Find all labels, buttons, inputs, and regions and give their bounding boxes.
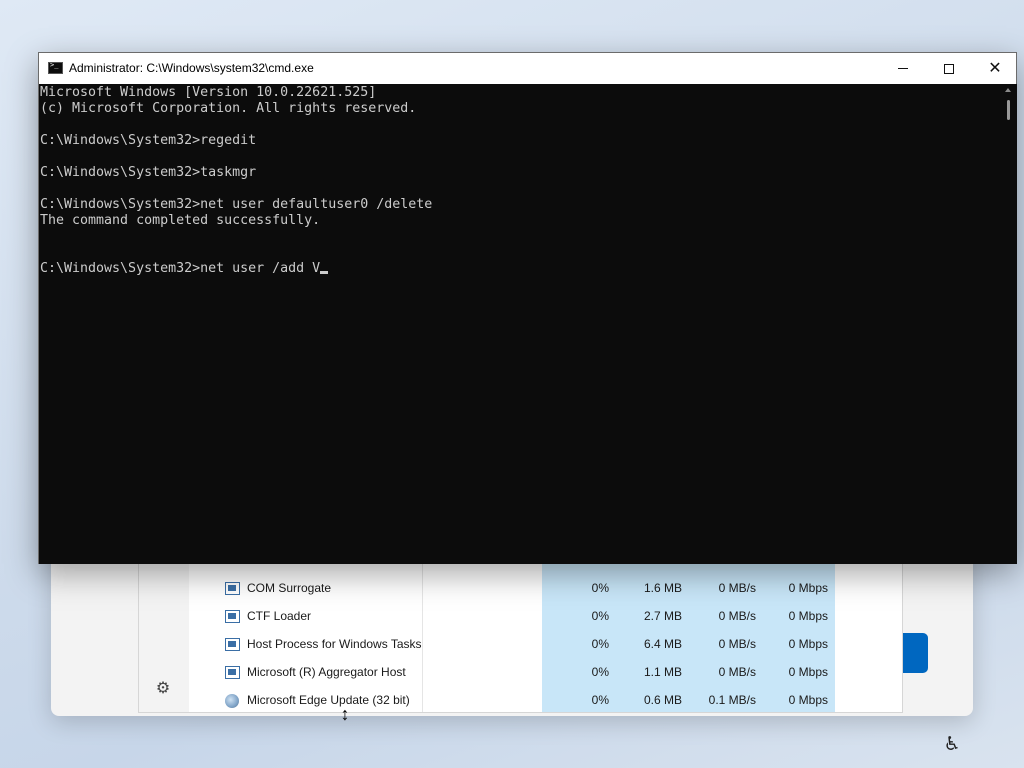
cpu-value: 0% [591,665,609,679]
network-value: 0 Mbps [788,609,828,623]
cpu-value: 0% [591,693,609,707]
vertical-scrollbar[interactable] [1000,84,1017,564]
process-name: Microsoft (R) Aggregator Host [247,665,406,679]
scroll-up-arrow-icon[interactable] [1005,88,1011,92]
memory-value: 2.7 MB [643,609,682,623]
accessibility-icon[interactable]: ♿ [941,734,963,756]
process-row[interactable]: Microsoft Edge Update (32 bit) 0% 0.6 MB 0.… [139,687,902,712]
process-icon [225,666,240,679]
process-name: CTF Loader [247,609,312,623]
process-row[interactable]: Host Process for Windows Tasks 0% 6.4 MB 0 … [139,631,902,659]
network-value: 0 Mbps [788,581,828,595]
task-manager-window: ⚙ COM Surrogate 0% 1.6 MB 0 MB/s 0 Mbps CTF L… [138,547,903,713]
console-line: C:\Windows\System32>regedit [40,133,257,148]
disk-value: 0 MB/s [718,581,756,595]
process-name: COM Surrogate [247,581,332,595]
resize-cursor-icon: ↕ [340,704,350,724]
process-icon [225,610,240,623]
process-row[interactable]: Microsoft (R) Aggregator Host 0% 1.1 MB 0 M… [139,659,902,687]
cpu-value: 0% [591,581,609,595]
console-line: C:\Windows\System32>net user defaultuser… [40,197,433,212]
process-name: Host Process for Windows Tasks [247,637,422,651]
title-bar[interactable]: Administrator: C:\Windows\system32\cmd.e… [39,53,1016,84]
console-line: C:\Windows\System32>taskmgr [40,165,257,180]
memory-value: 1.1 MB [643,665,682,679]
console-output[interactable]: Microsoft Windows [Version 10.0.22621.52… [39,84,1000,564]
edge-update-icon [225,694,240,708]
console-line: The command completed successfully. [40,213,321,228]
setup-next-button[interactable] [903,633,928,673]
memory-value: 0.6 MB [643,693,682,707]
process-row[interactable]: CTF Loader 0% 2.7 MB 0 MB/s 0 Mbps [139,603,902,631]
network-value: 0 Mbps [788,693,828,707]
disk-value: 0 MB/s [718,609,756,623]
minimize-icon [898,68,908,69]
scroll-thumb[interactable] [1007,100,1010,120]
cpu-value: 0% [591,637,609,651]
cmd-app-icon [48,61,63,74]
minimize-button[interactable] [880,53,926,84]
cpu-value: 0% [591,609,609,623]
disk-value: 0 MB/s [718,665,756,679]
window-title: Administrator: C:\Windows\system32\cmd.e… [69,61,314,75]
console-line: Microsoft Windows [Version 10.0.22621.52… [40,85,377,100]
console-line: (c) Microsoft Corporation. All rights re… [40,101,417,116]
maximize-button[interactable] [926,53,972,84]
maximize-icon [944,63,954,74]
memory-value: 6.4 MB [643,637,682,651]
disk-value: 0 MB/s [718,637,756,651]
network-value: 0 Mbps [788,637,828,651]
process-icon [225,582,240,595]
cmd-window[interactable]: Administrator: C:\Windows\system32\cmd.e… [38,52,1017,564]
close-icon: ✕ [988,59,1002,77]
process-row[interactable]: COM Surrogate 0% 1.6 MB 0 MB/s 0 Mbps [139,575,902,603]
process-icon [225,638,240,651]
memory-value: 1.6 MB [643,581,682,595]
network-value: 0 Mbps [788,665,828,679]
disk-value: 0.1 MB/s [708,693,756,707]
close-button[interactable]: ✕ [972,53,1018,84]
console-line: C:\Windows\System32>net user /add V [40,261,1000,277]
text-cursor [320,271,329,274]
process-name: Microsoft Edge Update (32 bit) [247,693,410,707]
